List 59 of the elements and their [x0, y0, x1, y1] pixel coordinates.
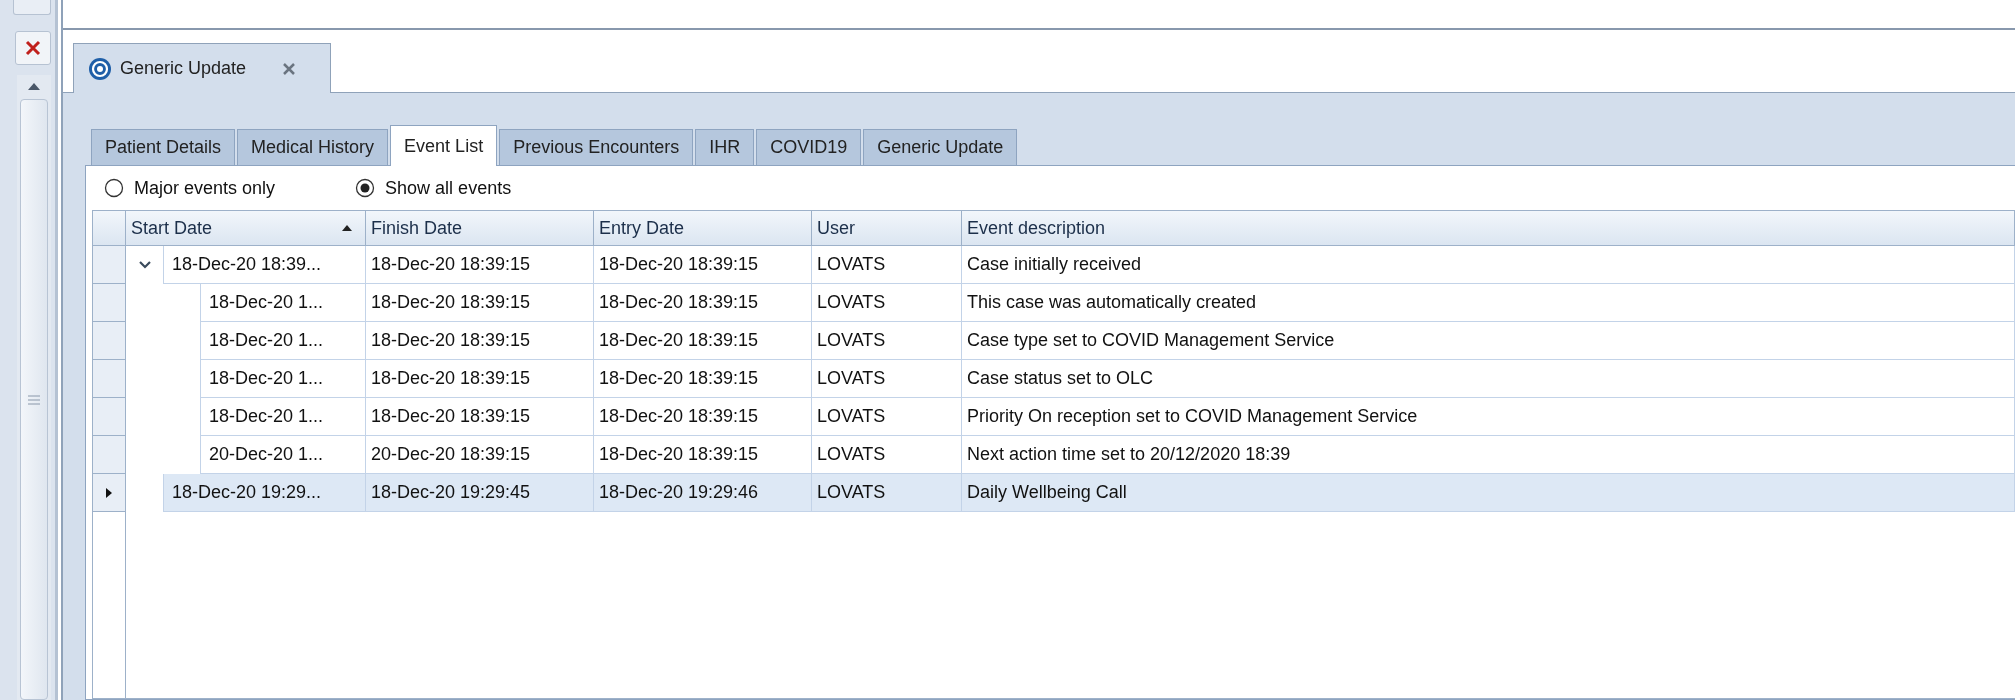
radio-button[interactable] [355, 178, 376, 198]
column-header[interactable]: User [812, 211, 962, 245]
table-cell: 18-Dec-20 18:39:15 [594, 322, 812, 360]
table-cell: 18-Dec-20 18:39:15 [366, 360, 594, 398]
table-cell: 18-Dec-20 1... [200, 398, 365, 436]
table-cell: LOVATS [812, 360, 962, 398]
tab[interactable]: Event List [390, 125, 498, 166]
table-cell: 18-Dec-20 19:29:45 [366, 474, 594, 512]
column-header[interactable]: Finish Date [366, 211, 594, 245]
table-cell: Case type set to COVID Management Service [962, 322, 2015, 360]
radio-button[interactable] [104, 178, 124, 198]
table-cell: 18-Dec-20 19:29... [163, 474, 365, 512]
column-header[interactable]: Event description [962, 211, 2015, 245]
table-cell: Case initially received [962, 246, 2015, 284]
document-tab[interactable]: Generic Update [73, 43, 331, 93]
table-cell: 18-Dec-20 18:39:15 [366, 284, 594, 322]
table-cell: 18-Dec-20 1... [200, 284, 365, 322]
row-indicator[interactable] [93, 474, 126, 512]
table-cell: 18-Dec-20 18:39:15 [366, 322, 594, 360]
tab[interactable]: Medical History [237, 129, 389, 165]
table-cell: LOVATS [812, 474, 962, 512]
table-cell: LOVATS [812, 284, 962, 322]
document-tab-title: Generic Update [120, 58, 247, 79]
close-button[interactable] [15, 31, 51, 65]
tab[interactable]: IHR [695, 129, 755, 165]
table-cell: 18-Dec-20 18:39:15 [594, 398, 812, 436]
scroll-up-icon[interactable] [26, 81, 42, 91]
scroll-thumb[interactable] [20, 99, 48, 700]
table-cell: LOVATS [812, 398, 962, 436]
table-cell: LOVATS [812, 322, 962, 360]
toolbar-button[interactable] [13, 0, 51, 15]
table-cell: 18-Dec-20 18:39:15 [594, 246, 812, 284]
radio-label: Major events only [134, 177, 276, 199]
tab[interactable]: COVID19 [756, 129, 862, 165]
chevron-icon[interactable] [137, 260, 152, 270]
table-cell: 18-Dec-20 19:29:46 [594, 474, 812, 512]
table-cell: 18-Dec-20 18:39:15 [366, 246, 594, 284]
table-cell: 18-Dec-20 1... [200, 360, 365, 398]
close-icon[interactable] [282, 61, 296, 76]
table-cell: Daily Wellbeing Call [962, 474, 2015, 512]
table-cell: 18-Dec-20 18:39:15 [594, 360, 812, 398]
current-row-icon [105, 486, 113, 499]
tab[interactable]: Previous Encounters [499, 129, 694, 165]
close-icon [25, 40, 41, 56]
column-header[interactable]: Entry Date [594, 211, 812, 245]
table-cell: Case status set to OLC [962, 360, 2015, 398]
tab[interactable]: Patient Details [91, 129, 236, 165]
column-header[interactable]: Start Date [126, 211, 366, 245]
table-cell: 18-Dec-20 1... [200, 322, 365, 360]
app-logo-icon [88, 56, 112, 81]
scrollbar[interactable] [17, 75, 51, 700]
radio-label: Show all events [385, 177, 512, 199]
tab[interactable]: Generic Update [863, 129, 1018, 165]
table-cell: 18-Dec-20 18:39:15 [594, 284, 812, 322]
table-cell: LOVATS [812, 246, 962, 284]
grip-icon [27, 394, 41, 405]
table-cell: Priority On reception set to COVID Management Service [962, 398, 2015, 436]
table-cell: 18-Dec-20 18:39:15 [366, 398, 594, 436]
table-cell: This case was automatically created [962, 284, 2015, 322]
